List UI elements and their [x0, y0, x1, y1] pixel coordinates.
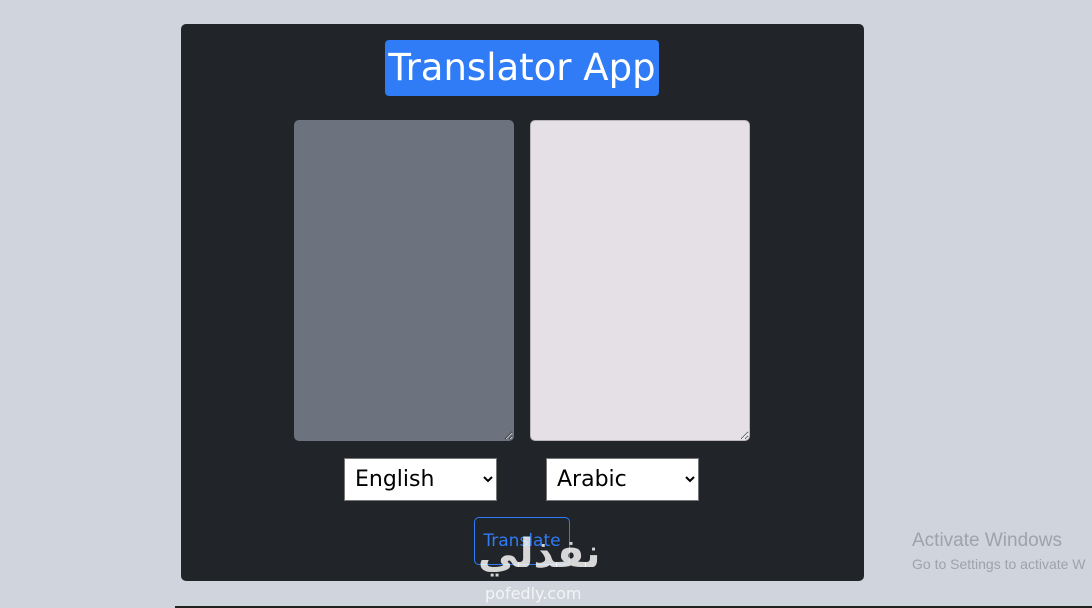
translated-text-output[interactable]: [530, 120, 750, 441]
translator-card: Translator App English Arabic Translate: [181, 24, 864, 581]
activate-windows-subtitle: Go to Settings to activate W: [912, 556, 1086, 572]
source-text-input[interactable]: [294, 120, 514, 441]
source-language-select[interactable]: English: [344, 458, 497, 501]
app-title: Translator App: [385, 40, 659, 96]
watermark-logo-latin: pofedly.com: [485, 584, 582, 603]
watermark-logo-arabic: نفذلي: [478, 531, 601, 577]
target-language-select[interactable]: Arabic: [546, 458, 699, 501]
activate-windows-title: Activate Windows: [912, 530, 1062, 551]
activate-windows-notice: Activate Windows Go to Settings to activ…: [912, 530, 1086, 574]
